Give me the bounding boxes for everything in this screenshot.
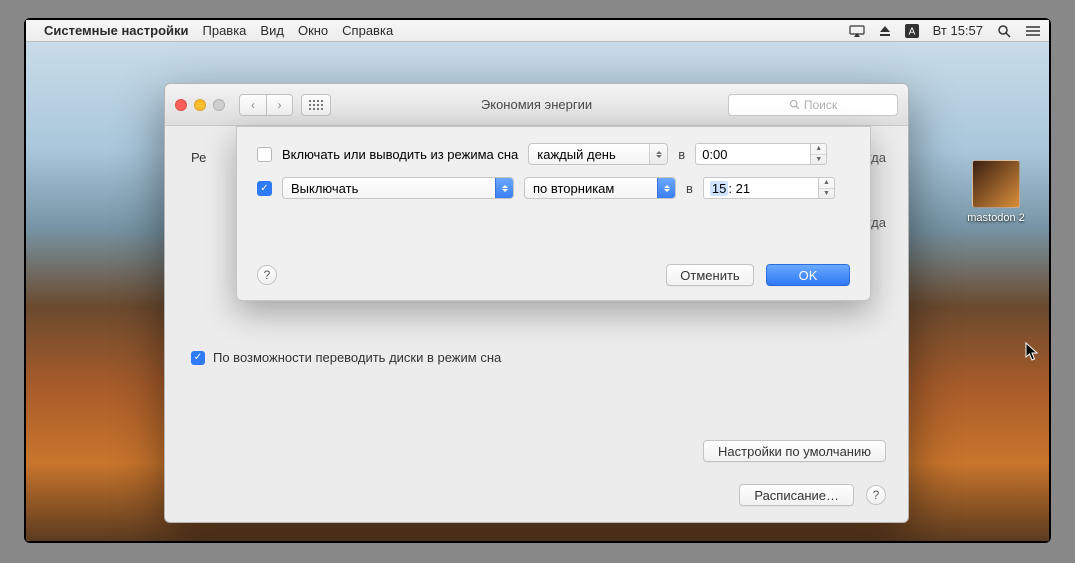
input-source-icon[interactable]: A — [905, 24, 919, 38]
sheet-help-button[interactable]: ? — [257, 265, 277, 285]
file-label: mastodon 2 — [961, 212, 1031, 224]
dropdown-arrows-icon — [657, 178, 675, 198]
startup-frequency-select[interactable]: каждый день — [528, 143, 668, 165]
close-window-button[interactable] — [175, 99, 187, 111]
shutdown-frequency-value: по вторникам — [533, 181, 614, 196]
obscured-label: Ре — [191, 150, 206, 165]
schedule-sheet: Включать или выводить из режима сна кажд… — [236, 126, 871, 301]
forward-button[interactable]: › — [266, 95, 292, 115]
search-placeholder: Поиск — [804, 98, 837, 112]
time-minutes: 21 — [736, 181, 750, 196]
menu-edit[interactable]: Правка — [203, 23, 247, 38]
shutdown-frequency-select[interactable]: по вторникам — [524, 177, 676, 199]
sleep-disks-label: По возможности переводить диски в режим … — [213, 350, 501, 365]
sleep-disks-row: ✓ По возможности переводить диски в режи… — [191, 350, 882, 365]
menu-help[interactable]: Справка — [342, 23, 393, 38]
cursor-icon — [1025, 342, 1039, 362]
minimize-window-button[interactable] — [194, 99, 206, 111]
startup-time-field[interactable]: 0:00 — [695, 143, 811, 165]
eject-icon[interactable] — [879, 25, 891, 37]
at-label-2: в — [686, 181, 693, 196]
sleep-disks-checkbox[interactable]: ✓ — [191, 351, 205, 365]
startup-time-stepper[interactable]: ▲▼ — [811, 143, 827, 165]
shutdown-time-stepper[interactable]: ▲▼ — [819, 177, 835, 199]
window-toolbar: ‹ › Экономия энергии Поиск — [165, 84, 908, 126]
search-field[interactable]: Поиск — [728, 94, 898, 116]
dropdown-arrows-icon — [649, 144, 667, 164]
shutdown-action-value: Выключать — [291, 181, 358, 196]
notification-center-icon[interactable] — [1025, 25, 1041, 37]
airplay-icon[interactable] — [849, 25, 865, 37]
file-thumbnail-icon — [972, 160, 1020, 208]
menu-window[interactable]: Окно — [298, 23, 328, 38]
startup-checkbox[interactable] — [257, 147, 272, 162]
spotlight-icon[interactable] — [997, 24, 1011, 38]
clock[interactable]: Вт 15:57 — [933, 23, 983, 38]
menu-view[interactable]: Вид — [260, 23, 284, 38]
show-all-button[interactable] — [301, 94, 331, 116]
startup-frequency-value: каждый день — [537, 147, 615, 162]
zoom-window-button — [213, 99, 225, 111]
shutdown-time-field[interactable]: 15: 21 — [703, 177, 819, 199]
startup-label: Включать или выводить из режима сна — [282, 147, 518, 162]
restore-defaults-button[interactable]: Настройки по умолчанию — [703, 440, 886, 462]
ok-button[interactable]: OK — [766, 264, 850, 286]
schedule-button[interactable]: Расписание… — [739, 484, 854, 506]
nav-segment: ‹ › — [239, 94, 293, 116]
back-button[interactable]: ‹ — [240, 95, 266, 115]
shutdown-row: ✓ Выключать по вторникам в 15: 21 ▲▼ — [257, 177, 850, 199]
dropdown-arrows-icon — [495, 178, 513, 198]
shutdown-checkbox[interactable]: ✓ — [257, 181, 272, 196]
app-menu[interactable]: Системные настройки — [44, 23, 189, 38]
shutdown-action-select[interactable]: Выключать — [282, 177, 514, 199]
at-label: в — [678, 147, 685, 162]
desktop-file[interactable]: mastodon 2 — [961, 160, 1031, 224]
startup-row: Включать или выводить из режима сна кажд… — [257, 143, 850, 165]
menubar: Системные настройки Правка Вид Окно Спра… — [26, 20, 1049, 42]
svg-text:A: A — [908, 26, 915, 37]
time-hours: 15 — [710, 181, 728, 196]
help-button[interactable]: ? — [866, 485, 886, 505]
cancel-button[interactable]: Отменить — [666, 264, 754, 286]
